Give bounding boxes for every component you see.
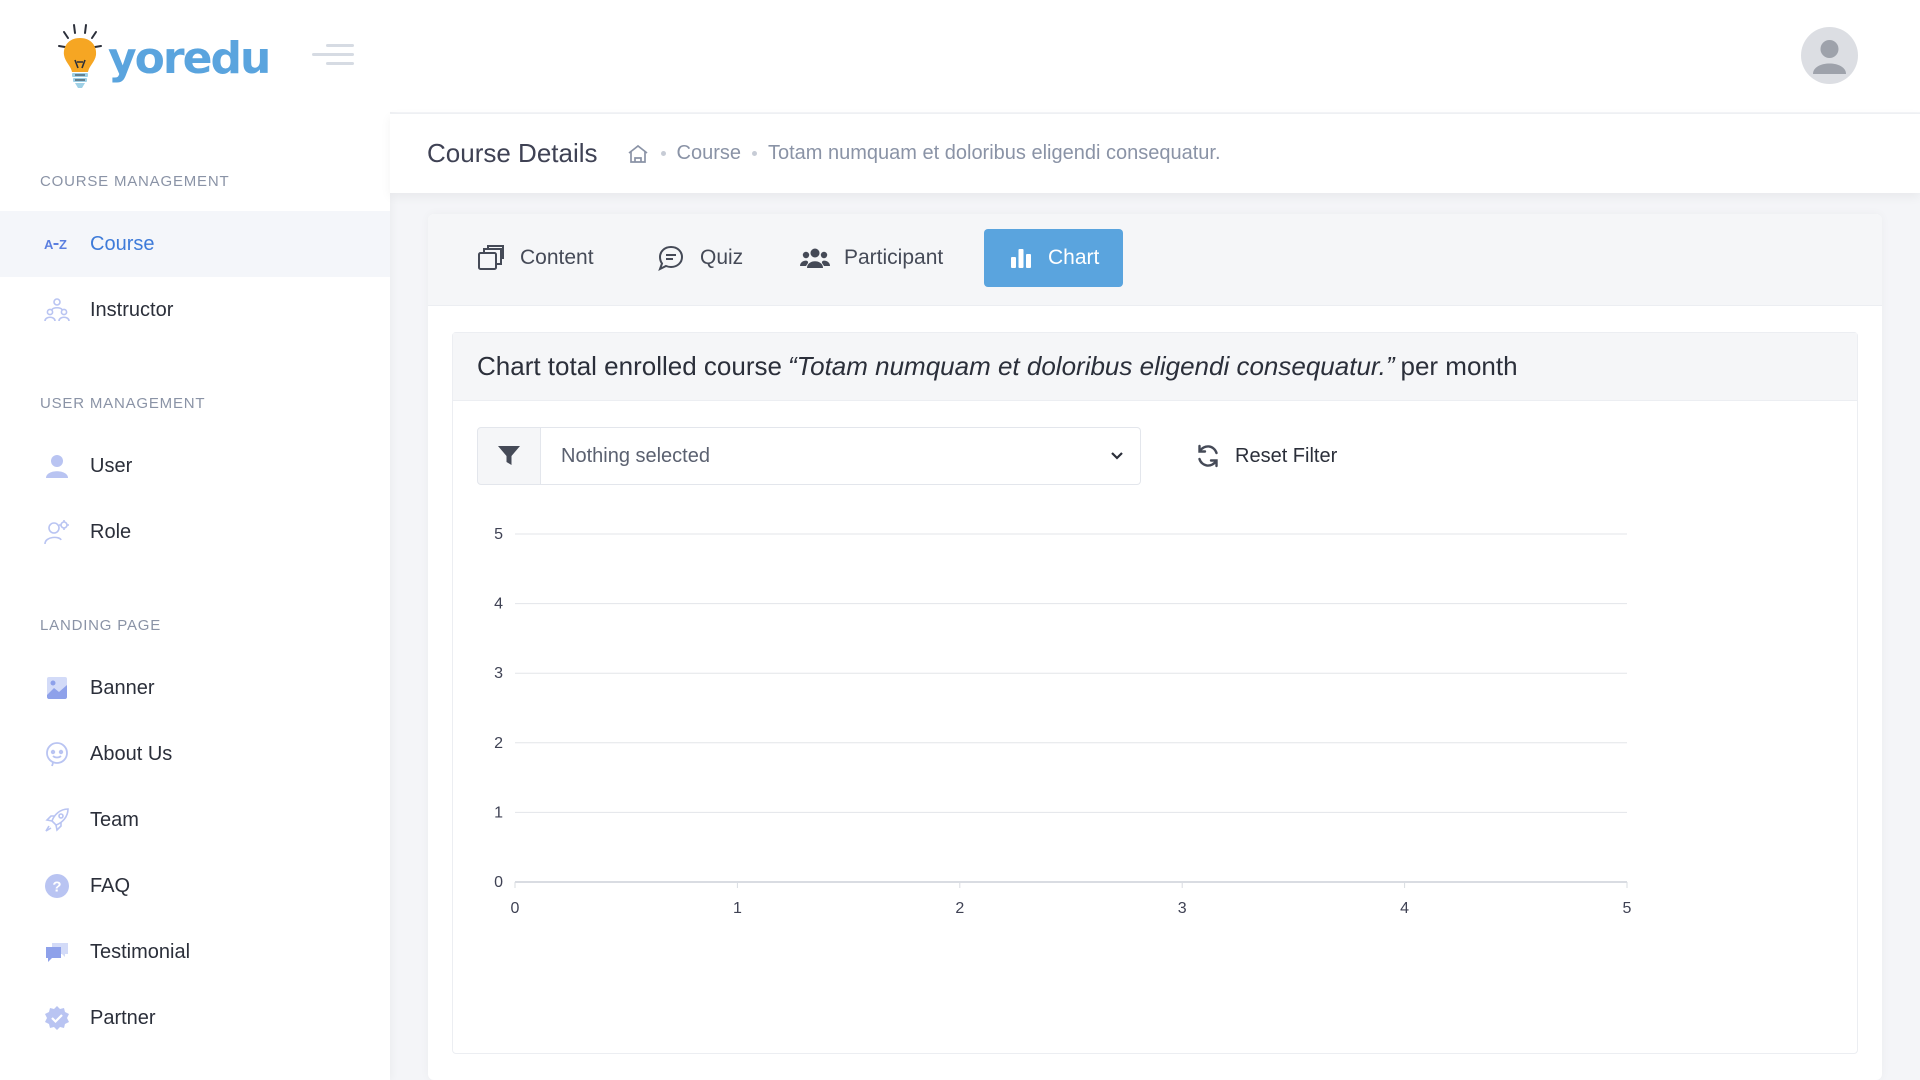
sidebar-item-label: User — [90, 454, 133, 477]
tab-chart[interactable]: Chart — [984, 229, 1123, 287]
sidebar-item-label: Partner — [90, 1006, 156, 1029]
x-tick-label: 1 — [733, 900, 742, 917]
subheader: Course Details Course Totam numquam et d… — [390, 113, 1920, 193]
sidebar-item-user[interactable]: User — [0, 433, 390, 499]
user-avatar[interactable] — [1801, 27, 1858, 84]
x-tick-label: 3 — [1178, 900, 1187, 917]
breadcrumb-separator — [660, 151, 666, 156]
x-tick-label: 5 — [1623, 900, 1632, 917]
reset-filter-button[interactable]: Reset Filter — [1195, 443, 1337, 469]
brand-name: yoredu — [108, 32, 271, 84]
sidebar-item-label: FAQ — [90, 874, 131, 897]
menu-toggle-button[interactable] — [312, 40, 354, 70]
sidebar-item-label: Course — [90, 232, 155, 255]
sidebar-item-label: Instructor — [90, 298, 174, 321]
chart-panel-title: Chart total enrolled course “Totam numqu… — [453, 333, 1857, 401]
az-sort-icon: AZ — [44, 231, 70, 257]
chat-bubble-icon — [44, 741, 70, 767]
bar-chart-icon — [1008, 243, 1034, 273]
y-tick-label: 0 — [494, 874, 503, 891]
breadcrumb-separator — [752, 151, 757, 156]
image-icon — [44, 675, 70, 701]
tab-content[interactable]: Content — [452, 229, 618, 287]
rocket-icon — [44, 807, 70, 833]
section-title-landing-page: LANDING PAGE — [40, 617, 162, 634]
sidebar-item-testimonial[interactable]: Testimonial — [0, 919, 390, 985]
chart-title-suffix: per month — [1400, 351, 1518, 381]
tab-participant[interactable]: Participant — [776, 229, 967, 287]
lightbulb-icon — [56, 22, 106, 94]
people-group-icon — [44, 297, 70, 323]
filter-select-value: Nothing selected — [561, 444, 710, 467]
filter-row: Nothing selected Reset Filter — [477, 427, 1337, 485]
tab-quiz[interactable]: Quiz — [632, 229, 767, 287]
user-icon — [44, 453, 70, 479]
sidebar-item-course[interactable]: AZ Course — [0, 211, 390, 277]
filter-addon — [477, 427, 541, 485]
section-title-user-management: USER MANAGEMENT — [40, 395, 206, 412]
tab-label: Participant — [844, 246, 944, 269]
chart-title-course: “Totam numquam et doloribus eligendi con… — [787, 351, 1395, 381]
chat-quote-icon — [656, 243, 686, 273]
comments-icon — [44, 939, 70, 965]
tab-label: Content — [520, 246, 594, 269]
y-tick-label: 2 — [494, 735, 503, 752]
course-detail-card: Content Quiz Participant Chart Chart tot… — [428, 214, 1882, 1080]
badge-check-icon — [44, 1005, 70, 1031]
filter-icon — [497, 445, 521, 467]
month-filter-select[interactable]: Nothing selected — [541, 427, 1141, 485]
tab-label: Chart — [1048, 246, 1100, 269]
section-title-course-management: COURSE MANAGEMENT — [40, 173, 230, 190]
sidebar-item-label: Testimonial — [90, 940, 191, 963]
x-tick-label: 2 — [955, 900, 964, 917]
home-icon[interactable] — [626, 142, 650, 166]
sidebar-item-label: Role — [90, 520, 132, 543]
brand-logo[interactable]: yoredu — [56, 22, 271, 94]
sidebar: yoredu COURSE MANAGEMENT AZ Course Instr… — [0, 0, 390, 1080]
chevron-down-icon — [1110, 451, 1124, 461]
y-tick-label: 3 — [494, 665, 503, 682]
chart-panel: Chart total enrolled course “Totam numqu… — [452, 332, 1858, 1054]
breadcrumb-current-course[interactable]: Totam numquam et doloribus eligendi cons… — [768, 142, 1221, 165]
tab-label: Quiz — [700, 246, 744, 269]
svg-text:A: A — [44, 237, 54, 252]
topbar — [390, 0, 1920, 112]
svg-text:?: ? — [52, 879, 61, 896]
question-circle-icon: ? — [44, 873, 70, 899]
y-tick-label: 1 — [494, 804, 503, 821]
enrollment-chart: 0 1 2 3 4 5 0 1 2 3 4 5 — [494, 526, 1632, 917]
svg-text:Z: Z — [59, 237, 67, 252]
sidebar-item-instructor[interactable]: Instructor — [0, 277, 390, 343]
sidebar-item-label: About Us — [90, 742, 173, 765]
reset-filter-label: Reset Filter — [1235, 444, 1338, 467]
sidebar-item-role[interactable]: Role — [0, 499, 390, 565]
tabs-bar: Content Quiz Participant Chart — [428, 214, 1882, 306]
sidebar-item-banner[interactable]: Banner — [0, 655, 390, 721]
x-tick-label: 4 — [1400, 900, 1409, 917]
sidebar-item-about-us[interactable]: About Us — [0, 721, 390, 787]
copy-icon — [476, 243, 506, 273]
x-tick-label: 0 — [511, 900, 520, 917]
breadcrumb: Course Totam numquam et doloribus eligen… — [626, 142, 1221, 166]
sidebar-item-partner[interactable]: Partner — [0, 985, 390, 1051]
y-tick-label: 4 — [494, 596, 503, 613]
sidebar-item-label: Team — [90, 808, 139, 831]
sidebar-item-faq[interactable]: ? FAQ — [0, 853, 390, 919]
users-icon — [800, 243, 830, 273]
refresh-icon — [1195, 443, 1221, 469]
sidebar-item-label: Banner — [90, 676, 155, 699]
sidebar-item-team[interactable]: Team — [0, 787, 390, 853]
breadcrumb-course-link[interactable]: Course — [677, 142, 741, 165]
page-title: Course Details — [427, 138, 598, 168]
user-gear-icon — [44, 519, 70, 545]
y-tick-label: 5 — [494, 526, 503, 543]
chart-title-prefix: Chart total enrolled course — [477, 351, 782, 381]
